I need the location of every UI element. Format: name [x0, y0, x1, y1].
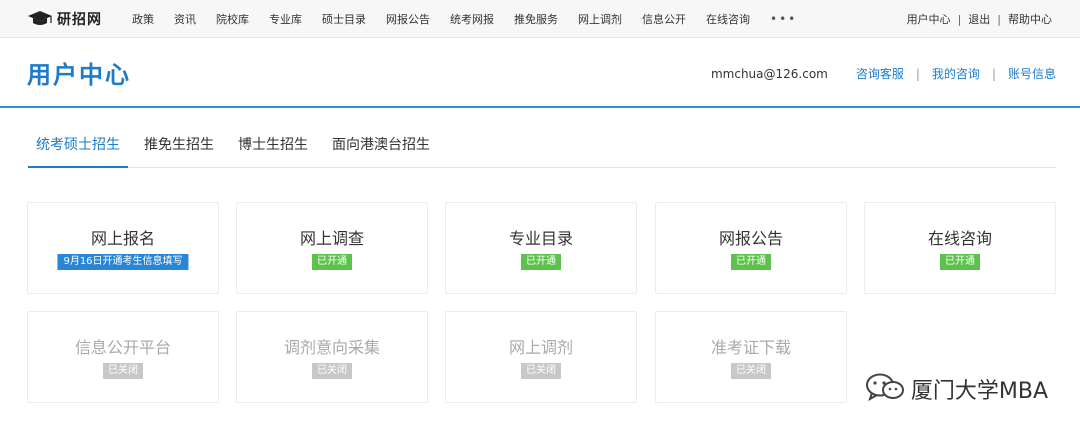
tab-doctoral[interactable]: 博士生招生: [230, 126, 316, 168]
main-nav: 政策 资讯 院校库 专业库 硕士目录 网报公告 统考网报 推免服务 网上调剂 信…: [122, 0, 807, 38]
tab-recommended[interactable]: 推免生招生: [136, 126, 222, 168]
user-nav: 用户中心 | 退出 | 帮助中心: [907, 0, 1052, 38]
my-consultations-link[interactable]: 我的咨询: [932, 65, 980, 82]
status-badge: 已开通: [940, 254, 980, 270]
nav-item-policy[interactable]: 政策: [122, 11, 164, 27]
account-info-link[interactable]: 账号信息: [1008, 65, 1056, 82]
nav-item-adjustment[interactable]: 网上调剂: [568, 11, 632, 27]
card-major-catalog[interactable]: 专业目录 已开通: [445, 202, 637, 294]
graduation-cap-icon: [27, 10, 53, 28]
card-title: 网上报名: [90, 229, 155, 248]
status-badge: 已关闭: [731, 363, 771, 379]
card-online-survey[interactable]: 网上调查 已开通: [236, 202, 428, 294]
nav-item-info-disclosure[interactable]: 信息公开: [632, 11, 696, 27]
nav-item-schools[interactable]: 院校库: [206, 11, 259, 27]
nav-item-majors[interactable]: 专业库: [259, 11, 312, 27]
user-center-link[interactable]: 用户中心: [907, 11, 951, 27]
card-online-registration[interactable]: 网上报名 9月16日开通考生信息填写: [27, 202, 219, 294]
site-logo[interactable]: 研招网: [27, 9, 102, 29]
card-title: 专业目录: [508, 229, 573, 248]
wechat-icon: [865, 372, 905, 406]
logout-link[interactable]: 退出: [968, 11, 990, 27]
nav-item-announcements[interactable]: 网报公告: [376, 11, 440, 27]
page-header: 用户中心 mmchua@126.com 咨询客服 | 我的咨询 | 账号信息: [0, 38, 1080, 108]
tab-hk-macau-taiwan[interactable]: 面向港澳台招生: [324, 126, 438, 168]
card-title: 网上调查: [299, 229, 364, 248]
status-badge: 已关闭: [312, 363, 352, 379]
nav-item-news[interactable]: 资讯: [164, 11, 206, 27]
status-badge: 已开通: [731, 254, 771, 270]
top-nav-bar: 研招网 政策 资讯 院校库 专业库 硕士目录 网报公告 统考网报 推免服务 网上…: [0, 0, 1080, 38]
nav-separator: |: [957, 12, 962, 26]
status-badge: 9月16日开通考生信息填写: [57, 254, 189, 270]
logo-text: 研招网: [57, 12, 102, 28]
tab-unified-master[interactable]: 统考硕士招生: [28, 126, 128, 168]
card-title: 准考证下载: [710, 338, 791, 357]
more-menu-icon[interactable]: •••: [760, 12, 807, 26]
watermark-text: 厦门大学MBA: [910, 379, 1048, 404]
status-badge: 已开通: [521, 254, 561, 270]
card-title: 在线咨询: [927, 229, 992, 248]
nav-item-recommendation[interactable]: 推免服务: [504, 11, 568, 27]
nav-item-online-consult[interactable]: 在线咨询: [696, 11, 760, 27]
page-title: 用户中心: [27, 61, 131, 89]
header-separator: |: [915, 66, 920, 81]
card-registration-notice[interactable]: 网报公告 已开通: [655, 202, 847, 294]
card-title: 网报公告: [718, 229, 783, 248]
nav-item-unified-registration[interactable]: 统考网报: [440, 11, 504, 27]
status-badge: 已关闭: [103, 363, 143, 379]
status-badge: 已开通: [312, 254, 352, 270]
card-title: 调剂意向采集: [283, 338, 380, 357]
card-adjustment-intent[interactable]: 调剂意向采集 已关闭: [236, 311, 428, 403]
status-badge: 已关闭: [521, 363, 561, 379]
nav-separator: |: [997, 12, 1001, 26]
help-center-link[interactable]: 帮助中心: [1008, 11, 1052, 27]
header-separator: |: [991, 66, 996, 81]
nav-item-master-catalog[interactable]: 硕士目录: [312, 11, 376, 27]
enrollment-tabs: 统考硕士招生 推免生招生 博士生招生 面向港澳台招生: [28, 126, 1056, 168]
user-email: mmchua@126.com: [710, 66, 828, 81]
customer-service-link[interactable]: 咨询客服: [856, 65, 904, 82]
card-online-adjustment[interactable]: 网上调剂 已关闭: [445, 311, 637, 403]
card-admission-ticket[interactable]: 准考证下载 已关闭: [655, 311, 847, 403]
card-info-disclosure-platform[interactable]: 信息公开平台 已关闭: [27, 311, 219, 403]
card-title: 信息公开平台: [74, 338, 171, 357]
account-links: mmchua@126.com 咨询客服 | 我的咨询 | 账号信息: [711, 65, 1056, 82]
card-title: 网上调剂: [508, 338, 573, 357]
card-online-consult[interactable]: 在线咨询 已开通: [864, 202, 1056, 294]
watermark: 厦门大学MBA: [865, 372, 1048, 406]
